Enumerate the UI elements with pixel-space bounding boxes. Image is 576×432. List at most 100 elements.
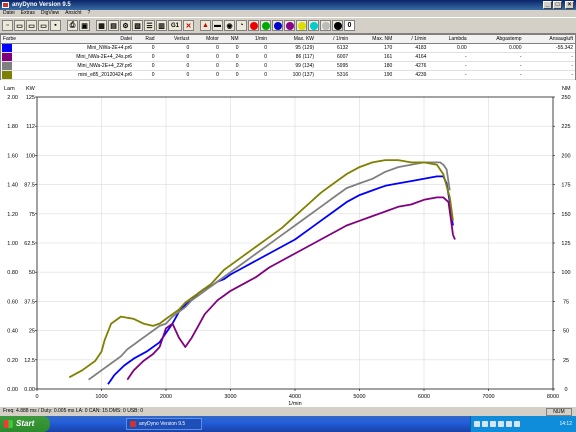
color-cyan-button[interactable] <box>308 20 319 31</box>
color-green-button[interactable] <box>260 20 271 31</box>
legend-cell-ansaugluft: - <box>523 52 575 63</box>
record-icon[interactable]: ◉ <box>224 20 235 31</box>
col-abgastemp[interactable]: Abgastemp <box>468 35 524 45</box>
menu-ansicht[interactable]: Ansicht <box>65 10 81 17</box>
settings-icon[interactable]: ⚙ <box>120 20 131 31</box>
legend-color-swatch[interactable] <box>1 61 19 72</box>
run-icon[interactable]: ▲ <box>200 20 211 31</box>
cancel-icon[interactable]: ✕ <box>183 20 194 31</box>
nm-tick-label: 0 <box>564 387 567 393</box>
color-black-button[interactable] <box>332 20 343 31</box>
color-blue-button[interactable] <box>272 20 283 31</box>
color-red-button[interactable] <box>248 20 259 31</box>
open-folder-icon[interactable]: ▭ <box>14 20 25 31</box>
col-rpm[interactable]: 1/min <box>240 35 270 45</box>
tray-icon-2[interactable] <box>482 421 488 427</box>
legend-row[interactable]: mini_e85_20120424.pr6 0 0 0 0 0 100 (137) 5316 1… <box>1 70 575 81</box>
legend-cell-lambda: - <box>428 61 469 72</box>
tray-icon-3[interactable] <box>490 421 496 427</box>
col-verlust[interactable]: Verlust <box>156 35 192 45</box>
stop-icon[interactable]: ▬ <box>212 20 223 31</box>
nm-tick-label: 150 <box>561 212 570 218</box>
tray-icon-6[interactable] <box>514 421 520 427</box>
dyno-chart[interactable]: 0.00 0.00 00.20 12.5 250.40 25 500.60 37.5 750.8… <box>0 80 576 407</box>
nm-axis-label: NM <box>562 86 571 92</box>
col-lambda[interactable]: Lambda <box>428 35 469 45</box>
legend-row[interactable]: Mini_NWa-2E+4_22f.pr6 0 0 0 0 0 99 (134) 5995 18… <box>1 61 575 72</box>
color-gray-button[interactable] <box>320 20 331 31</box>
open-folder-2-icon[interactable]: ▭ <box>26 20 37 31</box>
col-rpm-nm[interactable]: / 1/min <box>394 35 429 45</box>
legend-cell-verlust: 0 <box>156 52 192 63</box>
legend-cell-rpm_kw: 5995 <box>316 61 351 72</box>
close-button[interactable]: × <box>565 1 574 9</box>
gauge-icon[interactable]: ◔ <box>236 20 247 31</box>
minimize-button[interactable]: _ <box>543 1 552 9</box>
table-icon[interactable]: ▤ <box>108 20 119 31</box>
chart-icon[interactable]: ▥ <box>156 20 167 31</box>
system-tray: 14:12 <box>470 416 576 432</box>
kw-tick-label: 75 <box>29 212 35 218</box>
open-folder-3-icon[interactable]: ▭ <box>38 20 49 31</box>
menu-digview[interactable]: DigView <box>41 10 59 17</box>
col-farbe[interactable]: Farbe <box>1 35 19 45</box>
legend-row[interactable]: Mini_NWa-2E+4.pr6 0 0 0 0 0 95 (129) 6132 170 418… <box>1 43 575 54</box>
col-ansaugluft[interactable]: Ansaugluft <box>523 35 575 45</box>
legend-color-swatch[interactable] <box>1 43 19 54</box>
lam-tick-label: 1.20 <box>7 212 18 218</box>
legend-cell-file: Mini_NWa-2E+4_22f.pr6 <box>18 61 135 72</box>
taskbar-app-button[interactable]: anyDyno Version 9.5 <box>126 418 202 430</box>
nm-tick-label: 100 <box>561 270 570 276</box>
save-icon[interactable]: ▪ <box>50 20 61 31</box>
tray-icon-5[interactable] <box>506 421 512 427</box>
g1-button[interactable]: G1 <box>168 20 182 31</box>
legend-row[interactable]: Mini_NWa-2E+4_24s.pr6 0 0 0 0 0 86 (117) 6007 16… <box>1 52 575 63</box>
col-motor[interactable]: Motor <box>191 35 221 45</box>
new-file-icon[interactable]: ▫ <box>2 20 13 31</box>
col-rpm-kw[interactable]: / 1/min <box>316 35 351 45</box>
legend-cell-nm: 0 <box>220 43 241 54</box>
legend-cell-file: Mini_NWa-2E+4_24s.pr6 <box>18 52 135 63</box>
print-icon[interactable]: ⎙ <box>67 20 78 31</box>
legend-cell-lambda: 0.00 <box>428 43 469 54</box>
list-icon[interactable]: ☰ <box>144 20 155 31</box>
counter-box[interactable]: 0 <box>344 20 355 31</box>
col-nm[interactable]: NM <box>220 35 241 45</box>
legend-cell-abgastemp: - <box>468 61 524 72</box>
lam-tick-label: 0.80 <box>7 270 18 276</box>
windows-logo-icon <box>4 420 13 428</box>
legend-cell-rpm: 0 <box>240 70 270 81</box>
legend-cell-file: mini_e85_20120424.pr6 <box>18 70 135 81</box>
color-purple-button[interactable] <box>284 20 295 31</box>
x-tick-label: 2000 <box>160 394 172 400</box>
grid-icon[interactable]: ▦ <box>96 20 107 31</box>
lam-axis-label: Lam <box>4 86 15 92</box>
start-button[interactable]: Start <box>0 416 50 432</box>
legend-table-panel: Farbe Datei Rad Verlust Motor NM 1/min M… <box>0 34 576 81</box>
tray-icon-1[interactable] <box>474 421 480 427</box>
preview-icon[interactable]: ▣ <box>79 20 90 31</box>
menu-datei[interactable]: Datei <box>3 10 15 17</box>
dyno-chart-area[interactable]: 0.00 0.00 0 0.20 12.5 25 0.40 25 50 0.60 37.5 75 0.8… <box>0 80 576 407</box>
legend-color-swatch[interactable] <box>1 52 19 63</box>
maximize-button[interactable]: □ <box>553 1 562 9</box>
menu-extras[interactable]: Extras <box>21 10 35 17</box>
window-title: anyDyno Version 9.5 <box>12 2 71 8</box>
nm-tick-label: 25 <box>563 358 569 364</box>
legend-cell-nm: 0 <box>220 61 241 72</box>
col-max-kw[interactable]: Max. KW <box>269 35 317 45</box>
legend-color-swatch[interactable] <box>1 70 19 81</box>
col-rad[interactable]: Rad <box>134 35 157 45</box>
tray-icon-4[interactable] <box>498 421 504 427</box>
color-yellow-button[interactable] <box>296 20 307 31</box>
legend-cell-max_kw: 86 (117) <box>269 52 317 63</box>
col-max-nm[interactable]: Max. NM <box>350 35 395 45</box>
legend-cell-rpm_kw: 6007 <box>316 52 351 63</box>
app-icon <box>2 2 9 8</box>
zoom-icon[interactable]: ▧ <box>132 20 143 31</box>
start-label: Start <box>16 419 35 428</box>
col-datei[interactable]: Datei <box>18 35 135 45</box>
legend-cell-max_nm: 161 <box>350 52 395 63</box>
legend-cell-motor: 0 <box>191 70 221 81</box>
menu-help[interactable]: ? <box>88 10 91 17</box>
